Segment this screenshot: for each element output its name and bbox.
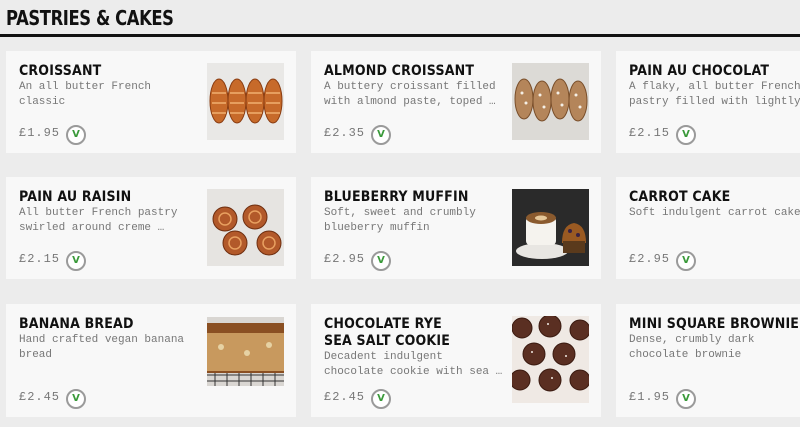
- vegetarian-icon: V: [676, 251, 696, 271]
- product-description: Decadent indulgent chocolate cookie with…: [324, 351, 503, 378]
- product-card-mini-square-brownie[interactable]: MINI SQUARE BROWNIE Dense, crumbly dark …: [616, 304, 800, 417]
- product-price: £2.95: [324, 252, 366, 266]
- vegetarian-icon: V: [371, 389, 391, 409]
- product-card-pain-au-raisin[interactable]: PAIN AU RAISIN All butter French pastry …: [6, 177, 296, 279]
- product-card-almond-croissant[interactable]: ALMOND CROISSANT A buttery croissant fil…: [311, 51, 601, 153]
- product-card-blueberry-muffin[interactable]: BLUEBERRY MUFFIN Soft, sweet and crumbly…: [311, 177, 601, 279]
- product-description: Hand crafted vegan banana bread: [19, 334, 185, 361]
- product-price: £1.95: [19, 126, 61, 140]
- croissant-photo[interactable]: [207, 63, 284, 140]
- product-name: CARROT CAKE: [629, 189, 731, 205]
- product-card-chocolate-rye-sea-salt-cookie[interactable]: CHOCOLATE RYE SEA SALT COOKIE Decadent i…: [311, 304, 601, 417]
- banana-bread-photo[interactable]: [207, 317, 284, 386]
- product-grid: CROISSANT An all butter French classic £…: [0, 0, 800, 427]
- vegetarian-icon: V: [66, 389, 86, 409]
- product-price: £2.95: [629, 252, 671, 266]
- product-name: MINI SQUARE BROWNIE: [629, 316, 800, 332]
- almond-croissant-photo[interactable]: [512, 63, 589, 140]
- product-description: A buttery croissant filled with almond p…: [324, 81, 496, 108]
- product-name: CHOCOLATE RYE SEA SALT COOKIE: [324, 316, 450, 349]
- product-card-carrot-cake[interactable]: CARROT CAKE Soft indulgent carrot cake. …: [616, 177, 800, 279]
- vegetarian-icon: V: [66, 125, 86, 145]
- vegetarian-icon: V: [371, 251, 391, 271]
- product-description: A flaky, all butter French pastry filled…: [629, 81, 800, 108]
- product-card-pain-au-chocolat[interactable]: PAIN AU CHOCOLAT A flaky, all butter Fre…: [616, 51, 800, 153]
- product-description: All butter French pastry swirled around …: [19, 207, 178, 234]
- product-price: £2.35: [324, 126, 366, 140]
- product-description: Soft, sweet and crumbly blueberry muffin: [324, 207, 476, 234]
- product-description: Dense, crumbly dark chocolate brownie: [629, 334, 755, 361]
- product-price: £2.15: [629, 126, 671, 140]
- product-description: An all butter French classic: [19, 81, 152, 108]
- product-name: PAIN AU RAISIN: [19, 189, 132, 205]
- product-description: Soft indulgent carrot cake.: [629, 207, 800, 219]
- vegetarian-icon: V: [676, 389, 696, 409]
- product-card-banana-bread[interactable]: BANANA BREAD Hand crafted vegan banana b…: [6, 304, 296, 417]
- product-name: PAIN AU CHOCOLAT: [629, 63, 770, 79]
- product-price: £2.15: [19, 252, 61, 266]
- blueberry-muffin-photo[interactable]: [512, 189, 589, 266]
- pain-au-raisin-photo[interactable]: [207, 189, 284, 266]
- product-name: BLUEBERRY MUFFIN: [324, 189, 469, 205]
- product-name: ALMOND CROISSANT: [324, 63, 475, 79]
- product-card-croissant[interactable]: CROISSANT An all butter French classic £…: [6, 51, 296, 153]
- vegetarian-icon: V: [371, 125, 391, 145]
- product-price: £1.95: [629, 390, 671, 404]
- vegetarian-icon: V: [66, 251, 86, 271]
- product-name: CROISSANT: [19, 63, 102, 79]
- chocolate-cookie-photo[interactable]: [512, 316, 589, 403]
- product-name: BANANA BREAD: [19, 316, 134, 332]
- product-price: £2.45: [324, 390, 366, 404]
- product-price: £2.45: [19, 390, 61, 404]
- vegetarian-icon: V: [676, 125, 696, 145]
